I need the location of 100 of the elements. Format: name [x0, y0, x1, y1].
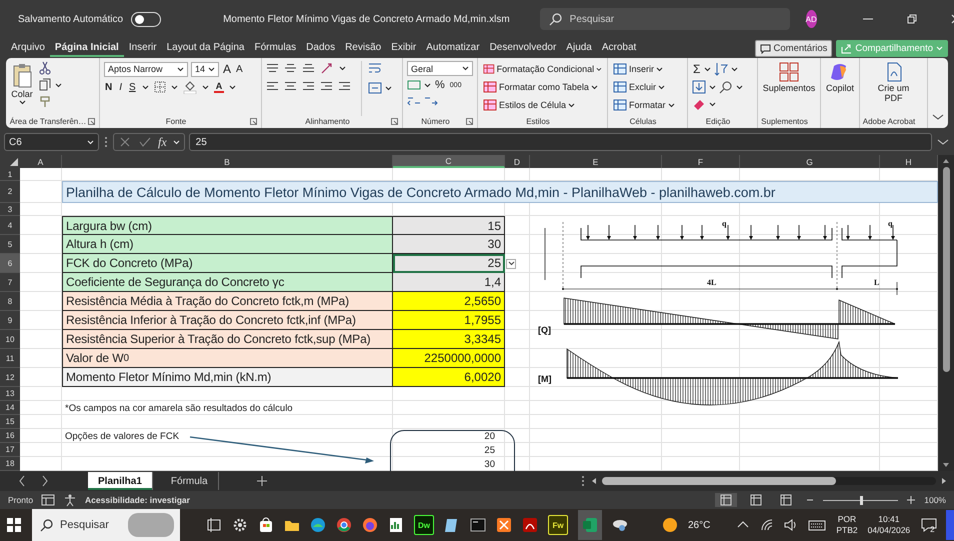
scroll-right-icon[interactable] [940, 477, 948, 485]
keyboard-icon[interactable] [808, 518, 826, 532]
styles-menu-button[interactable]: Estilos de Célula [482, 97, 603, 113]
sheet-tab[interactable]: Planilha1 [88, 472, 153, 490]
eraser-icon[interactable] [692, 97, 706, 111]
shrink-font-button[interactable]: A [235, 62, 244, 76]
cancel-icon[interactable] [118, 135, 132, 149]
column-header[interactable]: F [662, 155, 740, 168]
comments-button[interactable]: Comentários [754, 40, 832, 56]
styles-menu-button[interactable]: Formatar como Tabela [482, 79, 603, 95]
web-editor-app-icon[interactable]: Dw [414, 515, 434, 535]
dialog-launcher-icon[interactable] [88, 118, 95, 125]
menu-tab[interactable]: Acrobat [596, 40, 642, 56]
parameter-value[interactable]: 6,0020 [393, 368, 505, 387]
column-header[interactable]: C [393, 155, 505, 168]
currency-icon[interactable] [407, 78, 421, 92]
increase-indent-icon[interactable] [338, 81, 351, 92]
font-name-dropdown[interactable]: Aptos Narrow [104, 62, 188, 76]
horizontal-scroll-thumb[interactable] [602, 477, 836, 485]
row-header[interactable]: 17 [0, 443, 20, 457]
cells-menu-button[interactable]: Formatar [612, 97, 683, 113]
parameter-value[interactable]: 30 [393, 235, 505, 254]
graphics-app-icon[interactable]: Fw [548, 515, 568, 535]
parameter-value[interactable]: 15 [393, 216, 505, 235]
keyboard-layout-indicator[interactable]: PTB2 [836, 525, 858, 536]
underline-button[interactable]: S [128, 80, 137, 94]
scroll-up-icon[interactable] [942, 157, 950, 165]
row-header[interactable]: 8 [0, 292, 20, 311]
vertical-scroll-thumb[interactable] [942, 167, 950, 372]
macro-icon[interactable] [41, 493, 56, 507]
create-pdf-button[interactable]: Crie um PDF [874, 61, 914, 104]
row-header[interactable]: 10 [0, 330, 20, 349]
menu-tab[interactable]: Dados [301, 40, 340, 56]
styles-menu-button[interactable]: Formatação Condicional [482, 61, 603, 77]
weather-temperature[interactable]: 26°C [688, 520, 710, 530]
row-header[interactable]: 4 [0, 216, 20, 235]
row-header[interactable]: 16 [0, 429, 20, 443]
row-header[interactable]: 18 [0, 457, 20, 471]
terminal-icon[interactable] [470, 517, 486, 533]
check-icon[interactable] [138, 135, 152, 149]
insert-function-button[interactable]: fx [158, 134, 167, 150]
row-header[interactable]: 1 [0, 168, 20, 181]
speaker-icon[interactable] [784, 518, 798, 532]
align-middle-icon[interactable] [284, 62, 297, 74]
grow-font-button[interactable]: A [222, 61, 232, 77]
number-format-dropdown[interactable]: Geral [407, 61, 473, 76]
parameter-value[interactable]: 1,7955 [393, 311, 505, 330]
menu-tab[interactable]: Revisão [340, 40, 386, 56]
dialog-launcher-icon[interactable] [391, 118, 398, 125]
restore-icon[interactable] [904, 12, 919, 26]
align-center-icon[interactable] [284, 81, 297, 92]
dialog-launcher-icon[interactable] [250, 118, 257, 125]
comment-icon[interactable] [760, 42, 771, 54]
bold-button[interactable]: N [104, 80, 114, 94]
percent-button[interactable]: % [434, 78, 446, 92]
browser-wave-icon[interactable] [310, 517, 326, 533]
decrease-indent-icon[interactable] [320, 81, 333, 92]
clock-date[interactable]: 04/04/2026 [868, 525, 910, 536]
row-header[interactable]: 12 [0, 368, 20, 387]
row-header[interactable]: 3 [0, 203, 20, 216]
column-header[interactable]: A [20, 155, 62, 168]
more-options-icon[interactable] [580, 475, 586, 487]
merge-center-icon[interactable] [368, 81, 382, 95]
zoom-in-icon[interactable] [906, 495, 916, 505]
accessibility-status[interactable]: Acessibilidade: investigar [85, 495, 190, 505]
row-header[interactable]: 2 [0, 181, 20, 203]
copy-icon[interactable] [38, 78, 52, 92]
fill-color-icon[interactable] [182, 80, 197, 94]
search-icon[interactable] [548, 12, 563, 26]
windows-start-icon[interactable] [6, 517, 22, 533]
cells-menu-button[interactable]: Excluir [612, 79, 683, 95]
row-header[interactable]: 7 [0, 273, 20, 292]
column-header[interactable]: B [62, 155, 393, 168]
zoom-slider-thumb[interactable] [860, 496, 863, 504]
column-header[interactable]: H [880, 155, 938, 168]
file-name[interactable]: Momento Fletor Mínimo Vigas de Concreto Armado Md,min.xlsm [223, 14, 510, 24]
dialog-launcher-icon[interactable] [466, 118, 473, 125]
row-header[interactable]: 9 [0, 311, 20, 330]
more-options-icon[interactable] [103, 135, 109, 149]
format-painter-icon[interactable] [38, 95, 52, 109]
scroll-left-icon[interactable] [590, 477, 598, 485]
autosum-button[interactable]: Σ [692, 61, 702, 77]
align-left-icon[interactable] [266, 81, 279, 92]
row-header[interactable]: 6 [0, 254, 20, 273]
chat-bubble-icon[interactable] [920, 517, 938, 533]
formula-field[interactable]: 25 [188, 133, 932, 151]
menu-tab[interactable]: Desenvolvedor [484, 40, 562, 56]
autosave-toggle[interactable] [131, 12, 162, 26]
parameter-value[interactable]: 1,4 [393, 273, 505, 292]
row-header[interactable]: 14 [0, 401, 20, 415]
menu-tab[interactable]: Layout da Página [162, 40, 250, 56]
column-header[interactable]: D [505, 155, 530, 168]
chart-document-icon[interactable] [388, 517, 404, 533]
menu-tab[interactable]: Fórmulas [249, 40, 302, 56]
satellite-dish-icon[interactable] [612, 517, 628, 533]
clock-time[interactable]: 10:41 [878, 514, 900, 525]
search-field[interactable]: Pesquisar [540, 8, 790, 30]
name-box[interactable]: C6 [4, 133, 99, 151]
cell-dropdown-button[interactable] [506, 258, 516, 268]
copilot-button[interactable]: Copilot [825, 61, 856, 94]
